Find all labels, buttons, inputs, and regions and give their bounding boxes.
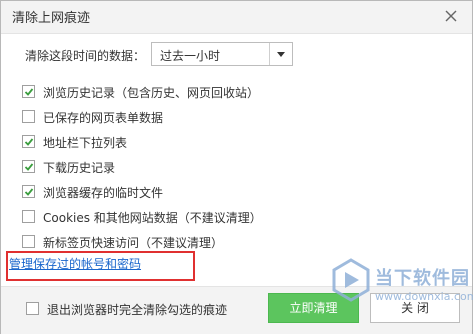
- option-label: Cookies 和其他网站数据（不建议清理）: [43, 211, 262, 225]
- checkbox[interactable]: [22, 85, 35, 98]
- option-label: 退出浏览器时完全清除勾选的痕迹: [47, 303, 228, 317]
- option-label: 浏览历史记录（包含历史、网页回收站）: [43, 86, 260, 100]
- checkbox[interactable]: [22, 160, 35, 173]
- time-range-label: 清除这段时间的数据：: [25, 49, 146, 63]
- time-range-value: 过去一小时: [160, 49, 221, 63]
- checkbox[interactable]: [22, 110, 35, 123]
- checkbox[interactable]: [22, 185, 35, 198]
- checkbox[interactable]: [26, 302, 39, 315]
- option-label: 下载历史记录: [43, 161, 116, 175]
- dropdown-arrow-icon[interactable]: [269, 43, 292, 65]
- option-label: 新标签页快速访问（不建议清理）: [43, 236, 224, 250]
- checkbox[interactable]: [22, 135, 35, 148]
- option-label: 地址栏下拉列表: [43, 136, 128, 150]
- close-icon[interactable]: [440, 5, 462, 27]
- clear-browsing-data-dialog: 清除上网痕迹 清除这段时间的数据： 过去一小时 浏览历史记录（包含历史、网页回收…: [0, 0, 473, 334]
- clear-now-button[interactable]: 立即清理: [268, 293, 359, 323]
- time-range-select[interactable]: 过去一小时: [151, 42, 293, 66]
- close-button[interactable]: 关 闭: [370, 293, 460, 323]
- title-bar: 清除上网痕迹: [1, 1, 472, 34]
- checkbox[interactable]: [22, 235, 35, 248]
- option-label: 已保存的网页表单数据: [43, 111, 164, 125]
- checkbox[interactable]: [22, 210, 35, 223]
- option-label: 浏览器缓存的临时文件: [43, 186, 164, 200]
- manage-passwords-link[interactable]: 管理保存过的帐号和密码: [9, 255, 141, 272]
- dialog-title: 清除上网痕迹: [12, 11, 91, 26]
